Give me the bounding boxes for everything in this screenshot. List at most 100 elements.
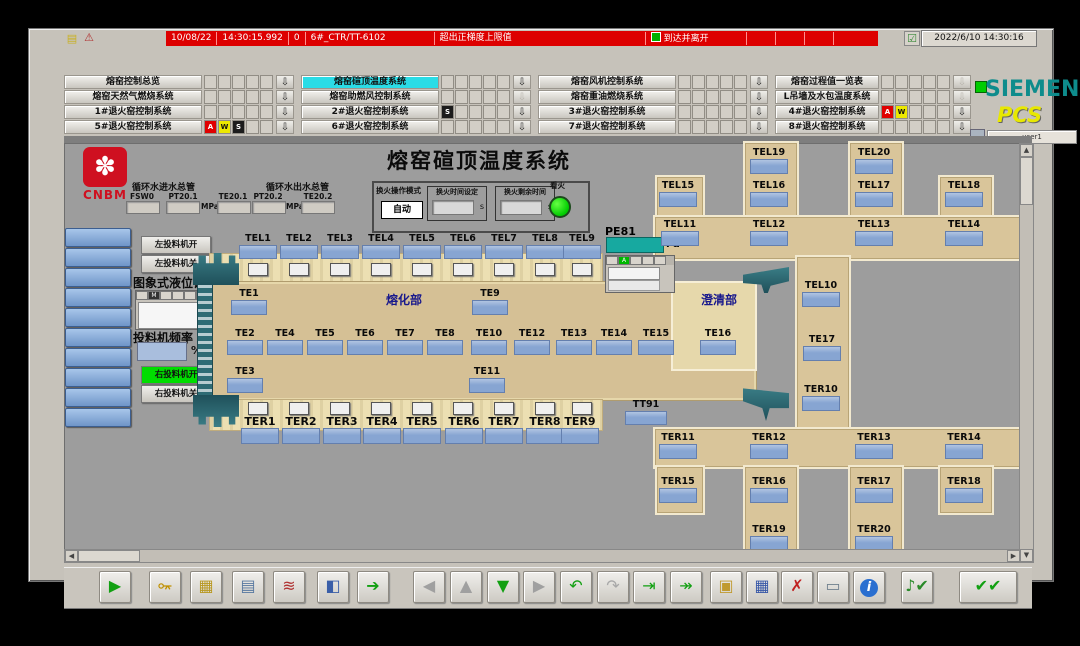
pe81-cell[interactable]: [606, 256, 618, 265]
sensor-value-box[interactable]: [282, 428, 320, 444]
group-cell[interactable]: [497, 90, 510, 104]
group-cell[interactable]: [469, 105, 482, 119]
sensor-value-box[interactable]: [659, 444, 697, 459]
group-cell[interactable]: [937, 75, 950, 89]
group-cell[interactable]: S: [232, 120, 245, 134]
new-alarm-page-icon[interactable]: ▤: [65, 32, 79, 45]
group-cell[interactable]: [706, 105, 719, 119]
toolbar-button[interactable]: ✗: [781, 571, 813, 603]
toolbar-button[interactable]: ▦: [190, 571, 222, 603]
sidebar-system-button[interactable]: [65, 288, 131, 307]
pe81-faceplate[interactable]: A: [605, 255, 675, 293]
group-cell[interactable]: [441, 90, 454, 104]
group-cell[interactable]: [720, 120, 733, 134]
sensor-value-box[interactable]: [514, 340, 550, 355]
sensor-value-box[interactable]: [444, 245, 482, 259]
sidebar-system-button[interactable]: [65, 408, 131, 427]
sidebar-system-button[interactable]: [65, 388, 131, 407]
gauge-cell[interactable]: [160, 291, 172, 300]
sensor-value-box[interactable]: [387, 340, 423, 355]
sensor-value-box[interactable]: [403, 428, 441, 444]
group-cell[interactable]: [260, 105, 273, 119]
nav-jump-arrow-icon[interactable]: ⇩: [276, 120, 294, 134]
group-cell[interactable]: [706, 120, 719, 134]
scroll-thumb[interactable]: [78, 550, 140, 562]
toolbar-button[interactable]: ≋: [273, 571, 305, 603]
sensor-value-box[interactable]: [750, 444, 788, 459]
nav-jump-arrow-icon[interactable]: ⇩: [513, 75, 531, 89]
value-te20-2[interactable]: [301, 201, 335, 214]
group-cell[interactable]: [909, 90, 922, 104]
group-cell[interactable]: [455, 90, 468, 104]
sensor-value-box[interactable]: [563, 245, 601, 259]
toolbar-button[interactable]: ⇥: [633, 571, 665, 603]
scroll-right-icon[interactable]: ▶: [1007, 550, 1020, 562]
group-cell[interactable]: [720, 90, 733, 104]
toolbar-button[interactable]: ♪✔: [901, 571, 933, 603]
sensor-value-box[interactable]: [855, 488, 893, 503]
group-cell[interactable]: [734, 75, 747, 89]
nav-picture-button[interactable]: 1#退火窑控制系统: [64, 105, 202, 119]
toolbar-button[interactable]: ▶: [99, 571, 131, 603]
sidebar-system-button[interactable]: [65, 268, 131, 287]
sensor-value-box[interactable]: [855, 192, 893, 207]
group-cell[interactable]: [937, 120, 950, 134]
nav-picture-button[interactable]: 7#退火窑控制系统: [538, 120, 676, 134]
toolbar-button[interactable]: ▤: [232, 571, 264, 603]
gauge-cell[interactable]: [184, 291, 196, 300]
fire-mode-button[interactable]: 自动: [381, 201, 423, 219]
group-cell[interactable]: [881, 75, 894, 89]
group-cell[interactable]: A: [881, 105, 894, 119]
nav-picture-button[interactable]: 熔窑碹顶温度系统: [301, 75, 439, 89]
sensor-value-box[interactable]: [855, 231, 893, 246]
gauge-cell[interactable]: [136, 291, 148, 300]
horizontal-scrollbar[interactable]: ◀ ▶: [64, 549, 1021, 563]
alarm-filter-icon[interactable]: ☑: [904, 31, 920, 46]
alarm-warning-icon[interactable]: ⚠: [82, 31, 96, 44]
sensor-value-box[interactable]: [625, 411, 667, 425]
group-cell[interactable]: [469, 75, 482, 89]
sensor-value-box[interactable]: [403, 245, 441, 259]
value-pt20-2[interactable]: [252, 201, 286, 214]
gauge-cell[interactable]: [172, 291, 184, 300]
vertical-scrollbar[interactable]: ▲ ▼: [1019, 143, 1034, 563]
group-cell[interactable]: [204, 75, 217, 89]
sensor-value-box[interactable]: [227, 340, 263, 355]
toolbar-button[interactable]: ◧: [317, 571, 349, 603]
pe81-auto-cell[interactable]: A: [618, 256, 630, 265]
nav-jump-arrow-icon[interactable]: ⇩: [513, 90, 531, 104]
nav-jump-arrow-icon[interactable]: ⇩: [276, 75, 294, 89]
value-pt20-1[interactable]: [166, 201, 200, 214]
group-cell[interactable]: [706, 75, 719, 89]
sensor-value-box[interactable]: [445, 428, 483, 444]
sensor-value-box[interactable]: [855, 159, 893, 174]
sensor-value-box[interactable]: [659, 488, 697, 503]
sensor-value-box[interactable]: [803, 346, 841, 361]
nav-picture-button[interactable]: 熔窑助燃风控制系统: [301, 90, 439, 104]
sensor-value-box[interactable]: [239, 245, 277, 259]
sensor-value-box[interactable]: [227, 378, 263, 393]
group-cell[interactable]: [469, 120, 482, 134]
group-cell[interactable]: [246, 105, 259, 119]
scroll-up-icon[interactable]: ▲: [1020, 144, 1033, 157]
nav-jump-arrow-icon[interactable]: ⇩: [513, 105, 531, 119]
sensor-value-box[interactable]: [700, 340, 736, 355]
sidebar-system-button[interactable]: [65, 348, 131, 367]
nav-picture-button[interactable]: L吊墙及水包温度系统: [775, 90, 879, 104]
nav-jump-arrow-icon[interactable]: ⇩: [953, 120, 971, 134]
toolbar-button[interactable]: i: [853, 571, 885, 603]
toolbar-button[interactable]: ✔✔: [959, 571, 1017, 603]
toolbar-button[interactable]: ⚷: [149, 571, 181, 603]
sensor-value-box[interactable]: [427, 340, 463, 355]
group-cell[interactable]: [218, 105, 231, 119]
group-cell[interactable]: W: [895, 105, 908, 119]
sensor-value-box[interactable]: [362, 245, 400, 259]
scroll-down-icon[interactable]: ▼: [1020, 549, 1033, 562]
nav-picture-button[interactable]: 熔窑控制总览: [64, 75, 202, 89]
group-cell[interactable]: [923, 120, 936, 134]
group-cell[interactable]: [483, 75, 496, 89]
group-cell[interactable]: [497, 120, 510, 134]
pe81-cell[interactable]: [630, 256, 642, 265]
nav-jump-arrow-icon[interactable]: ⇩: [276, 90, 294, 104]
group-cell[interactable]: [909, 120, 922, 134]
